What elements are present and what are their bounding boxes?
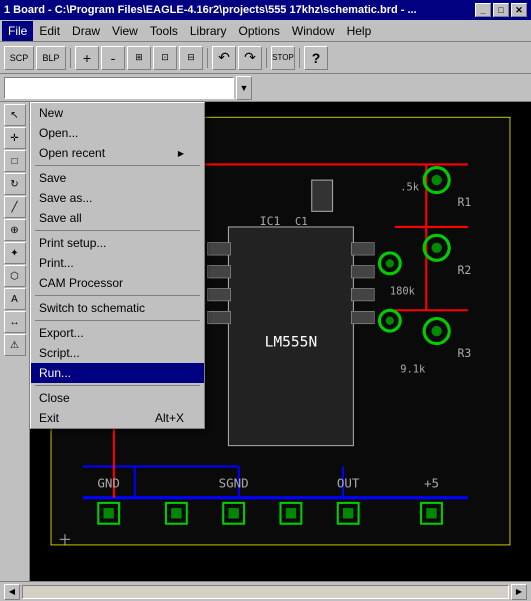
title-bar: 1 Board - C:\Program Files\EAGLE-4.16r2\… bbox=[0, 0, 531, 20]
menu-run[interactable]: Run... bbox=[31, 363, 204, 383]
separator-after-save bbox=[35, 230, 200, 231]
title-bar-buttons: _ □ ✕ bbox=[475, 3, 527, 17]
menu-draw[interactable]: Draw bbox=[66, 21, 106, 41]
menu-script[interactable]: Script... bbox=[31, 343, 204, 363]
menu-bar: File Edit Draw View Tools Library Option… bbox=[0, 20, 531, 42]
separator-after-cam bbox=[35, 295, 200, 296]
scroll-track[interactable] bbox=[22, 585, 509, 599]
tool-dimension[interactable]: ↔ bbox=[4, 311, 26, 333]
svg-text:R3: R3 bbox=[458, 346, 472, 360]
menu-options[interactable]: Options bbox=[233, 21, 286, 41]
svg-text:+5: +5 bbox=[424, 475, 439, 490]
close-button[interactable]: ✕ bbox=[511, 3, 527, 17]
menu-open-recent[interactable]: Open recent bbox=[31, 143, 204, 163]
command-input[interactable] bbox=[4, 77, 234, 99]
menu-cam-processor[interactable]: CAM Processor bbox=[31, 273, 204, 293]
exit-shortcut: Alt+X bbox=[155, 411, 184, 425]
maximize-button[interactable]: □ bbox=[493, 3, 509, 17]
zoom-last-button[interactable]: ⊟ bbox=[179, 46, 203, 70]
menu-save[interactable]: Save bbox=[31, 168, 204, 188]
zoom-out-button[interactable]: - bbox=[101, 46, 125, 70]
menu-print-setup[interactable]: Print setup... bbox=[31, 233, 204, 253]
blp-button[interactable]: BLP bbox=[36, 46, 66, 70]
svg-text:OUT: OUT bbox=[337, 475, 360, 490]
tool-select[interactable]: ↖ bbox=[4, 104, 26, 126]
tool-via[interactable]: ⊕ bbox=[4, 219, 26, 241]
tool-pad[interactable]: ✦ bbox=[4, 242, 26, 264]
separator-after-open-recent bbox=[35, 165, 200, 166]
menu-view[interactable]: View bbox=[106, 21, 144, 41]
title-text: 1 Board - C:\Program Files\EAGLE-4.16r2\… bbox=[4, 4, 417, 16]
zoom-fit-button[interactable]: ⊞ bbox=[127, 46, 151, 70]
status-bar: ◀ ▶ bbox=[0, 581, 531, 601]
menu-window[interactable]: Window bbox=[286, 21, 341, 41]
menu-save-all[interactable]: Save all bbox=[31, 208, 204, 228]
separator4 bbox=[299, 48, 300, 68]
menu-exit[interactable]: ExitAlt+X bbox=[31, 408, 204, 428]
tool-rotate[interactable]: ↻ bbox=[4, 173, 26, 195]
menu-export[interactable]: Export... bbox=[31, 323, 204, 343]
scroll-left[interactable]: ◀ bbox=[4, 584, 20, 600]
tool-copy[interactable]: □ bbox=[4, 150, 26, 172]
separator3 bbox=[266, 48, 267, 68]
svg-text:GND: GND bbox=[97, 475, 120, 490]
left-toolbar: ↖ ✛ □ ↻ ╱ ⊕ ✦ ⬡ A ↔ ⚠ bbox=[0, 102, 30, 581]
tool-polygon[interactable]: ⬡ bbox=[4, 265, 26, 287]
minimize-button[interactable]: _ bbox=[475, 3, 491, 17]
redo-button[interactable]: ↷ bbox=[238, 46, 262, 70]
menu-new[interactable]: New bbox=[31, 103, 204, 123]
zoom-in-button[interactable]: + bbox=[75, 46, 99, 70]
separator2 bbox=[207, 48, 208, 68]
tool-text[interactable]: A bbox=[4, 288, 26, 310]
toolbar-row1: SCP BLP + - ⊞ ⊡ ⊟ ↶ ↷ STOP ? bbox=[0, 42, 531, 74]
svg-text:IC1: IC1 bbox=[260, 214, 281, 228]
separator1 bbox=[70, 48, 71, 68]
tool-draw[interactable]: ╱ bbox=[4, 196, 26, 218]
svg-text:LM555N: LM555N bbox=[265, 334, 318, 351]
main-area: ↖ ✛ □ ↻ ╱ ⊕ ✦ ⬡ A ↔ ⚠ bbox=[0, 102, 531, 581]
undo-button[interactable]: ↶ bbox=[212, 46, 236, 70]
menu-tools[interactable]: Tools bbox=[144, 21, 184, 41]
svg-text:9.1k: 9.1k bbox=[400, 364, 426, 376]
file-dropdown-menu: New Open... Open recent Save Save as... … bbox=[30, 102, 205, 429]
menu-file[interactable]: File bbox=[2, 21, 33, 41]
stop-button[interactable]: STOP bbox=[271, 46, 295, 70]
menu-edit[interactable]: Edit bbox=[33, 21, 66, 41]
canvas-area: LM555N IC1 C1 bbox=[30, 102, 531, 581]
svg-text:SGND: SGND bbox=[219, 475, 249, 490]
menu-save-as[interactable]: Save as... bbox=[31, 188, 204, 208]
svg-text:R1: R1 bbox=[458, 195, 472, 209]
svg-text:.5k: .5k bbox=[400, 182, 420, 194]
svg-text:R2: R2 bbox=[458, 263, 472, 277]
menu-library[interactable]: Library bbox=[184, 21, 233, 41]
tool-drc[interactable]: ⚠ bbox=[4, 334, 26, 356]
scp-button[interactable]: SCP bbox=[4, 46, 34, 70]
menu-switch-schematic[interactable]: Switch to schematic bbox=[31, 298, 204, 318]
zoom-selection-button[interactable]: ⊡ bbox=[153, 46, 177, 70]
toolbar-row2: ▼ bbox=[0, 74, 531, 102]
separator-after-switch bbox=[35, 320, 200, 321]
menu-open[interactable]: Open... bbox=[31, 123, 204, 143]
help-button[interactable]: ? bbox=[304, 46, 328, 70]
tool-move[interactable]: ✛ bbox=[4, 127, 26, 149]
scroll-right[interactable]: ▶ bbox=[511, 584, 527, 600]
separator-after-run bbox=[35, 385, 200, 386]
menu-print[interactable]: Print... bbox=[31, 253, 204, 273]
svg-text:C1: C1 bbox=[295, 216, 308, 228]
menu-close[interactable]: Close bbox=[31, 388, 204, 408]
menu-help[interactable]: Help bbox=[341, 21, 378, 41]
command-dropdown[interactable]: ▼ bbox=[236, 76, 252, 100]
svg-text:180k: 180k bbox=[390, 286, 416, 298]
